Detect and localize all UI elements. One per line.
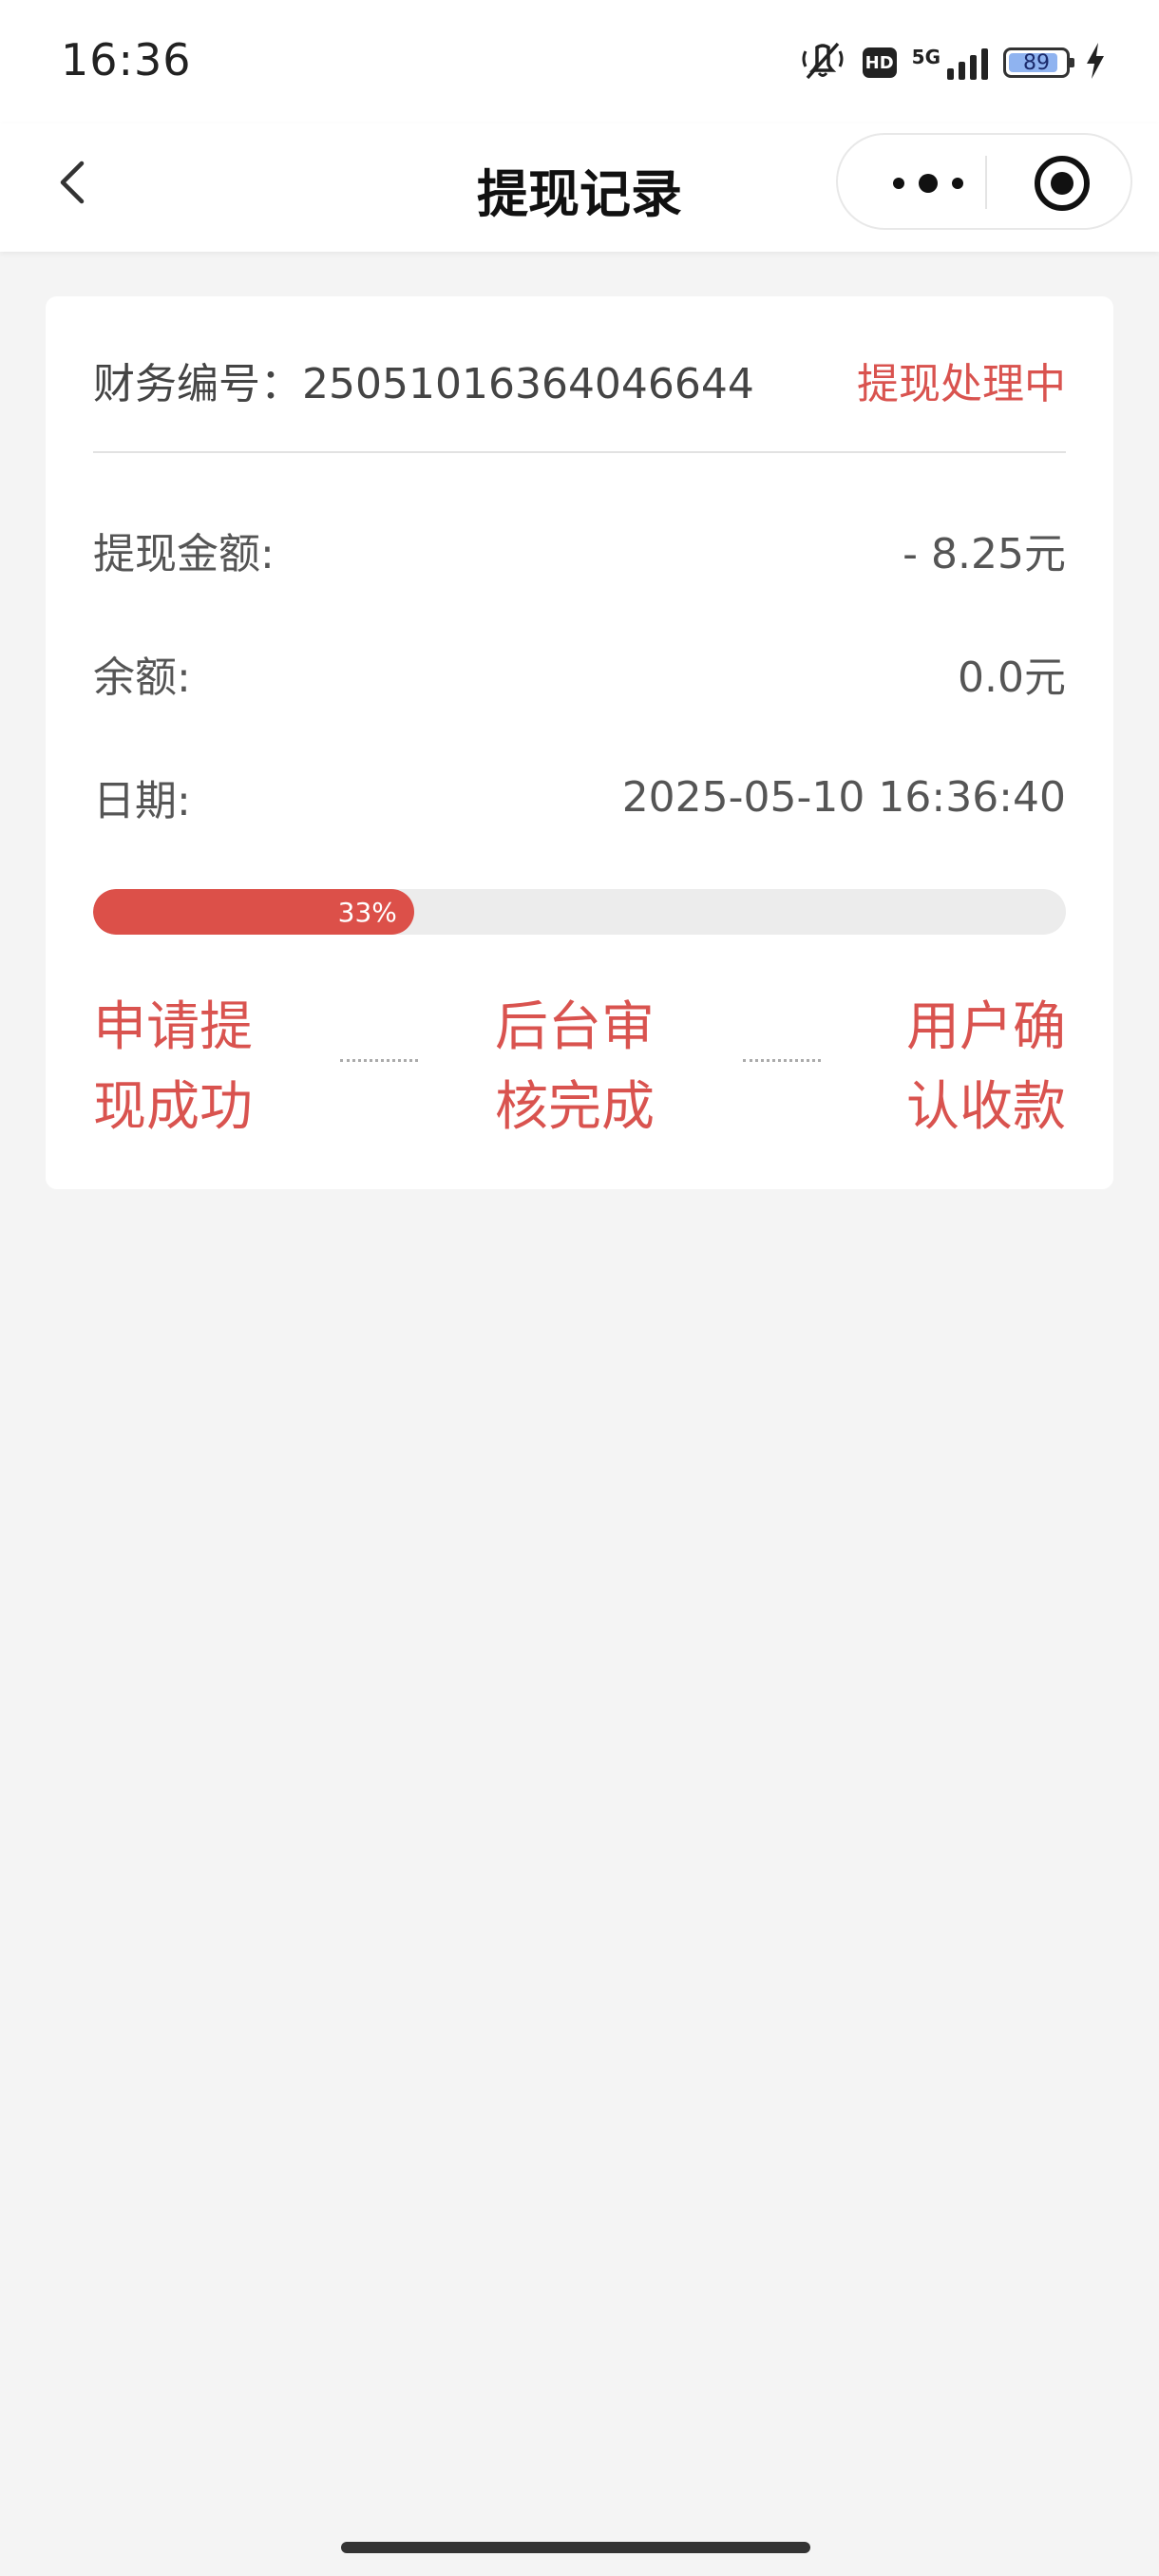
divider — [93, 451, 1066, 453]
close-program-button[interactable] — [1032, 153, 1092, 214]
step-connector — [743, 1059, 821, 1062]
balance-value: 0.0元 — [958, 653, 1066, 702]
date-row: 日期: 2025-05-10 16:36:40 — [93, 764, 1066, 830]
more-button[interactable] — [876, 160, 980, 207]
step-confirm-line2: 认收款 — [906, 1076, 1066, 1138]
status-badge: 提现处理中 — [857, 360, 1066, 408]
step-apply-line1: 申请提 — [93, 996, 253, 1058]
amount-value: - 8.25元 — [902, 530, 1066, 578]
charging-icon — [1085, 42, 1106, 84]
amount-label: 提现金额: — [93, 530, 275, 578]
target-circle-icon — [1035, 156, 1090, 211]
mute-vibrate-icon — [798, 40, 847, 85]
progress-bar: 33% — [93, 889, 1066, 935]
step-review-line2: 核完成 — [495, 1076, 655, 1138]
home-indicator[interactable] — [341, 2542, 810, 2553]
step-review-line1: 后台审 — [495, 996, 655, 1058]
balance-row: 余额: 0.0元 — [93, 640, 1066, 707]
5g-signal-icon: 5G — [912, 46, 988, 80]
withdrawal-record-card: 财务编号：25051016364046644 提现处理中 提现金额: - 8.2… — [46, 296, 1113, 1189]
finance-number-group: 财务编号：25051016364046644 — [93, 350, 754, 410]
progress-percent: 33% — [337, 896, 397, 928]
battery-level: 89 — [1023, 50, 1050, 75]
status-bar: 16:36 HD 5G 89 — [0, 0, 1159, 123]
date-value: 2025-05-10 16:36:40 — [621, 772, 1066, 822]
status-icons: HD 5G 89 — [798, 38, 1106, 87]
more-dots-icon — [893, 174, 963, 193]
capsule-divider — [985, 156, 987, 209]
step-review: 后台审 核完成 — [495, 988, 666, 1147]
date-label: 日期: — [93, 777, 191, 825]
hd-icon: HD — [862, 47, 897, 78]
nav-bar: 提现记录 — [0, 123, 1159, 252]
mini-program-capsule — [836, 133, 1132, 230]
amount-row: 提现金额: - 8.25元 — [93, 517, 1066, 583]
network-type-label: 5G — [911, 46, 940, 68]
step-connector — [340, 1059, 418, 1062]
step-confirm: 用户确 认收款 — [895, 988, 1066, 1147]
status-time: 16:36 — [61, 34, 192, 85]
step-confirm-line1: 用户确 — [906, 996, 1066, 1058]
balance-label: 余额: — [93, 653, 191, 702]
progress-fill: 33% — [93, 889, 414, 935]
step-apply-line2: 现成功 — [93, 1076, 253, 1138]
finance-number: 25051016364046644 — [302, 360, 754, 408]
finance-number-label: 财务编号： — [93, 360, 302, 408]
record-header: 财务编号：25051016364046644 提现处理中 — [93, 346, 1066, 414]
step-apply: 申请提 现成功 — [93, 988, 264, 1147]
battery-icon: 89 — [1003, 47, 1074, 78]
